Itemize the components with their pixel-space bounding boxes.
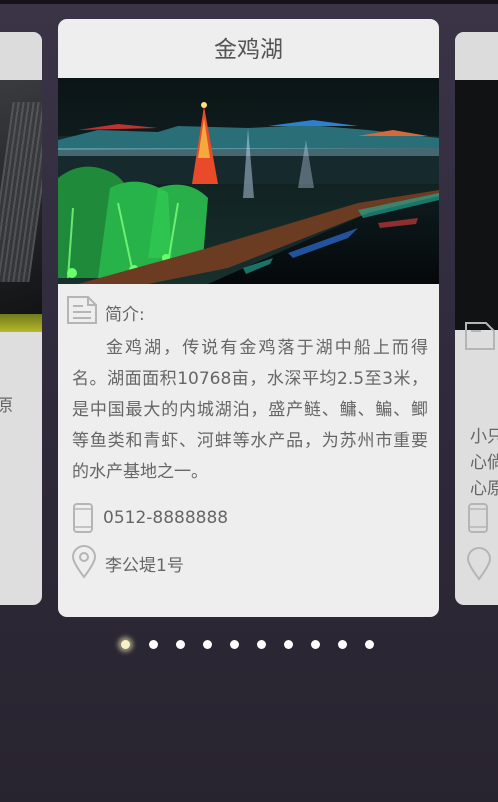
page-dot[interactable] bbox=[203, 640, 212, 649]
previous-attraction-card[interactable]: 原 . bbox=[0, 32, 42, 605]
page-dot[interactable] bbox=[338, 640, 347, 649]
attraction-card[interactable]: 金鸡湖 简介: 金鸡湖，传说有金鸡落于湖中船上而得名。湖面面积10768亩，水深… bbox=[58, 19, 439, 617]
document-icon bbox=[465, 322, 495, 350]
phone-icon bbox=[73, 503, 93, 533]
phone-number[interactable]: 0512-8888888 bbox=[103, 508, 228, 528]
phone-icon bbox=[468, 503, 488, 533]
page-dot[interactable] bbox=[365, 640, 374, 649]
card-header bbox=[455, 32, 498, 81]
page-dot[interactable] bbox=[121, 640, 130, 649]
page-dot[interactable] bbox=[176, 640, 185, 649]
attraction-description: 金鸡湖，传说有金鸡落于湖中船上而得名。湖面面积10768亩，水深平均2.5至3米… bbox=[72, 338, 428, 482]
attraction-photo bbox=[455, 80, 498, 330]
page-dot[interactable] bbox=[149, 640, 158, 649]
intro-label: 简介: bbox=[105, 305, 145, 325]
attraction-photo bbox=[58, 78, 439, 284]
location-pin-icon bbox=[466, 547, 492, 581]
description-fragment: 原 . bbox=[0, 396, 13, 442]
next-attraction-card[interactable]: 小只 心倘 心原 bbox=[455, 32, 498, 605]
page-dot[interactable] bbox=[311, 640, 320, 649]
document-icon bbox=[67, 296, 97, 324]
address[interactable]: 李公堤1号 bbox=[105, 551, 184, 576]
page-dot[interactable] bbox=[230, 640, 239, 649]
card-header bbox=[0, 32, 42, 81]
status-strip bbox=[0, 0, 498, 4]
page-dot[interactable] bbox=[284, 640, 293, 649]
page-dot[interactable] bbox=[257, 640, 266, 649]
attraction-photo bbox=[0, 80, 42, 332]
description-fragment: 小只 心倘 心原 bbox=[470, 427, 498, 499]
location-pin-icon bbox=[71, 545, 97, 579]
attraction-title: 金鸡湖 bbox=[214, 37, 283, 63]
